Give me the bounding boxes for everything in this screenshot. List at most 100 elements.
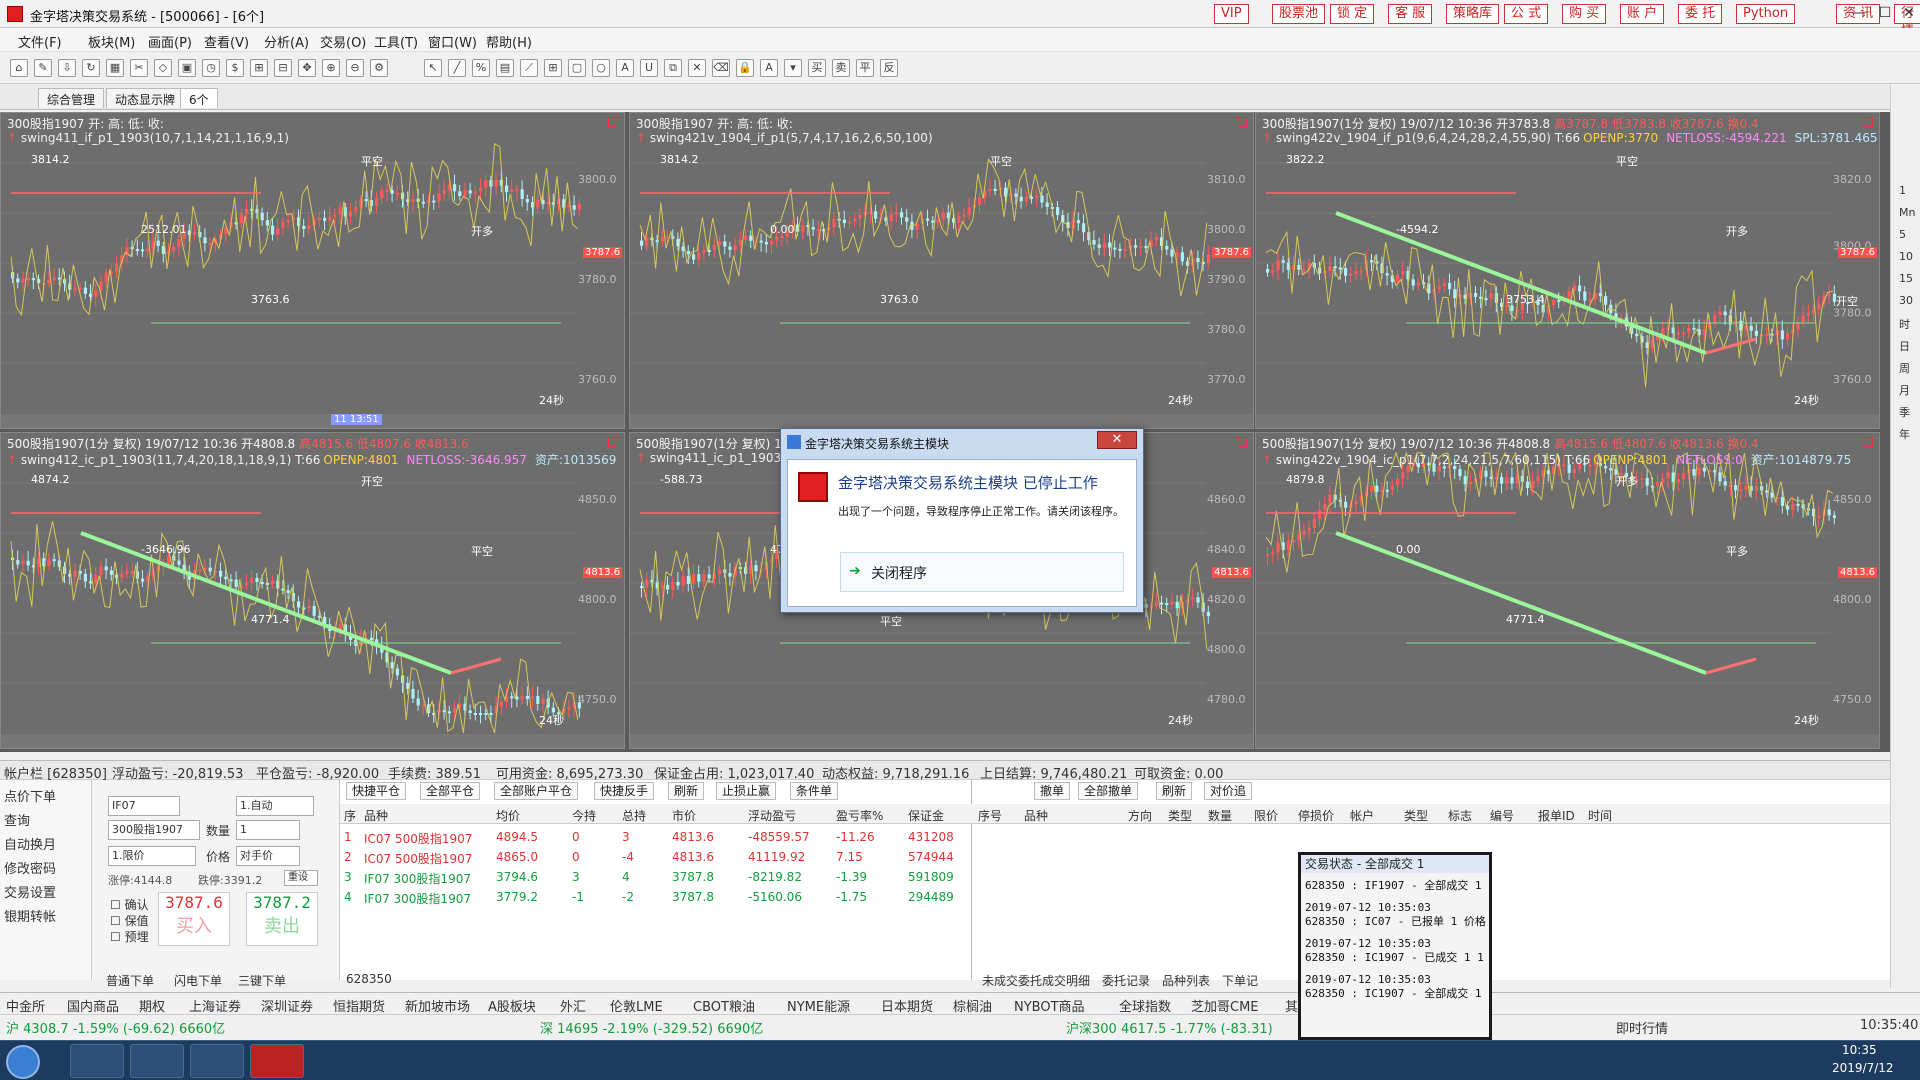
orders-col-header[interactable]: 数量 <box>1208 807 1232 824</box>
orders-col-header[interactable]: 序号 <box>978 807 1002 824</box>
toolbar-tool-9-icon[interactable]: $ <box>226 59 244 77</box>
market-tab-1[interactable]: 国内商品 <box>67 996 119 1015</box>
period-0[interactable]: 1 <box>1899 184 1906 197</box>
reset-button[interactable]: 重设 <box>284 870 318 886</box>
preset-checkbox[interactable]: ☐ 预埋 <box>110 928 149 945</box>
quote-status[interactable]: 即时行情 <box>1616 1018 1668 1037</box>
positions-col-header[interactable]: 保证金 <box>908 807 944 824</box>
positions-col-header[interactable]: 盈亏率% <box>836 807 883 824</box>
panel-maximize-icon[interactable] <box>608 437 618 447</box>
toolbar-tool-17-icon[interactable]: ╱ <box>448 59 466 77</box>
period-9[interactable]: 月 <box>1899 382 1910 398</box>
period-5[interactable]: 30 <box>1899 294 1913 307</box>
start-button[interactable] <box>6 1045 40 1079</box>
nav-item-0[interactable]: 点价下单 <box>4 786 56 805</box>
hedge-checkbox[interactable]: ☐ 保值 <box>110 912 149 929</box>
market-tab-16[interactable]: 芝加哥CME <box>1191 996 1259 1015</box>
period-3[interactable]: 10 <box>1899 250 1913 263</box>
market-tab-14[interactable]: NYBOT商品 <box>1014 996 1085 1015</box>
panel-maximize-icon[interactable] <box>1863 437 1873 447</box>
orders-col-header[interactable]: 类型 <box>1168 807 1192 824</box>
toolbar-tool-22-icon[interactable]: ▢ <box>568 59 586 77</box>
toolbar-tool-6-icon[interactable]: ◇ <box>154 59 172 77</box>
orders-tab-3[interactable]: 品种列表 <box>1162 972 1210 989</box>
toolbar-tool-14-icon[interactable]: ⊖ <box>346 59 364 77</box>
chart-panel-2[interactable]: 3820.03800.03780.03760.03787.6 3822.2 -459… <box>1255 112 1880 429</box>
position-action-6[interactable]: 条件单 <box>790 782 839 800</box>
menu-item-0[interactable]: 文件(F) <box>18 32 62 51</box>
toolbar-tool-2-icon[interactable]: ⇩ <box>58 59 76 77</box>
orders-col-header[interactable]: 时间 <box>1588 807 1612 824</box>
toolbar-tool-23-icon[interactable]: ○ <box>592 59 610 77</box>
position-action-0[interactable]: 快捷平仓 <box>346 782 407 800</box>
title-btn-0[interactable]: VIP <box>1214 4 1249 24</box>
orders-tab-4[interactable]: 下单记 <box>1222 972 1258 989</box>
dialog-close-button[interactable]: ✕ <box>1097 431 1137 449</box>
positions-col-header[interactable]: 浮动盈亏 <box>748 807 796 824</box>
toolbar-tool-25-icon[interactable]: U <box>640 59 658 77</box>
market-tab-15[interactable]: 全球指数 <box>1119 996 1171 1015</box>
nav-item-5[interactable]: 银期转帐 <box>4 906 56 925</box>
market-tab-0[interactable]: 中金所 <box>6 996 45 1015</box>
position-row[interactable]: 4 IF07 300股指1907 3779.2 -1 -2 3787.8 -5160.06 -… <box>340 888 972 908</box>
order-action-3[interactable]: 对价追 <box>1204 782 1253 800</box>
toolbar-tool-16-icon[interactable]: ↖ <box>424 59 442 77</box>
maximize-button[interactable]: ☐ <box>1872 2 1898 24</box>
period-7[interactable]: 日 <box>1899 338 1910 354</box>
period-4[interactable]: 15 <box>1899 272 1913 285</box>
toolbar-tool-19-icon[interactable]: ▤ <box>496 59 514 77</box>
menu-item-4[interactable]: 分析(A) <box>264 32 309 51</box>
taskbar-notes[interactable] <box>130 1044 184 1078</box>
period-6[interactable]: 时 <box>1899 316 1910 332</box>
period-2[interactable]: 5 <box>1899 228 1906 241</box>
positions-col-header[interactable]: 均价 <box>496 807 520 824</box>
orders-col-header[interactable]: 品种 <box>1024 807 1048 824</box>
title-btn-3[interactable]: 客 服 <box>1388 4 1433 24</box>
contract-name-field[interactable]: 300股指1907 <box>108 820 200 840</box>
orders-col-header[interactable]: 方向 <box>1128 807 1152 824</box>
order-type-select[interactable]: 1.限价 <box>108 846 196 866</box>
title-btn-8[interactable]: 委 托 <box>1678 4 1723 24</box>
title-btn-6[interactable]: 购 买 <box>1562 4 1607 24</box>
orders-col-header[interactable]: 编号 <box>1490 807 1514 824</box>
toolbar-tool-27-icon[interactable]: ✕ <box>688 59 706 77</box>
toolbar-tool-26-icon[interactable]: ⧉ <box>664 59 682 77</box>
toolbar-tool-10-icon[interactable]: ⊞ <box>250 59 268 77</box>
market-tab-9[interactable]: 伦敦LME <box>610 996 663 1015</box>
toolbar-tool-20-icon[interactable]: ⟋ <box>520 59 538 77</box>
toolbar-tool-35-icon[interactable]: 反 <box>880 59 898 77</box>
market-tab-7[interactable]: A股板块 <box>488 996 536 1015</box>
title-btn-4[interactable]: 策略库 <box>1446 4 1500 24</box>
chart-panel-0[interactable]: 3800.0 3780.0 3760.0 3787.6 3814.2 2512.01 376… <box>0 112 625 429</box>
close-window-button[interactable]: ✕ <box>1896 2 1920 24</box>
toolbar-tool-11-icon[interactable]: ⊟ <box>274 59 292 77</box>
orders-tab-2[interactable]: 委托记录 <box>1102 972 1150 989</box>
taskbar-explorer[interactable] <box>70 1044 124 1078</box>
order-tab-normal[interactable]: 普通下单 <box>106 972 154 989</box>
market-tab-13[interactable]: 棕榈油 <box>953 996 992 1015</box>
period-11[interactable]: 年 <box>1899 426 1910 442</box>
minimize-button[interactable]: — <box>1846 2 1872 24</box>
order-tab-three-key[interactable]: 三键下单 <box>238 972 286 989</box>
orders-col-header[interactable]: 限价 <box>1254 807 1278 824</box>
buy-button[interactable]: 3787.6 买入 <box>158 892 230 946</box>
positions-col-header[interactable]: 总持 <box>622 807 646 824</box>
chart-panel-5[interactable]: 4850.0 4800.0 4750.0 4813.6 4879.8 0.00 4771.4… <box>1255 432 1880 749</box>
toolbar-tool-29-icon[interactable]: 🔒 <box>736 59 754 77</box>
market-tab-4[interactable]: 深圳证券 <box>261 996 313 1015</box>
market-tab-2[interactable]: 期权 <box>139 996 165 1015</box>
period-10[interactable]: 季 <box>1899 404 1910 420</box>
market-tab-11[interactable]: NYME能源 <box>787 996 850 1015</box>
toolbar-tool-5-icon[interactable]: ✂ <box>130 59 148 77</box>
order-action-0[interactable]: 撤单 <box>1034 782 1071 800</box>
title-btn-5[interactable]: 公 式 <box>1504 4 1549 24</box>
nav-item-4[interactable]: 交易设置 <box>4 882 56 901</box>
toolbar-tool-3-icon[interactable]: ↻ <box>82 59 100 77</box>
chart-panel-1[interactable]: 3810.0 3800.0 3790.0 3780.0 3770.0 3787.6 3814… <box>629 112 1254 429</box>
menu-item-5[interactable]: 交易(O) <box>320 32 366 51</box>
toolbar-tool-15-icon[interactable]: ⚙ <box>370 59 388 77</box>
position-row[interactable]: 1 IC07 500股指1907 4894.5 0 3 4813.6 -48559.57 -1… <box>340 828 972 848</box>
orders-tab-1[interactable]: 成交明细 <box>1042 972 1090 989</box>
position-row[interactable]: 3 IF07 300股指1907 3794.6 3 4 3787.8 -8219.82 -1.… <box>340 868 972 888</box>
market-tab-12[interactable]: 日本期货 <box>881 996 933 1015</box>
